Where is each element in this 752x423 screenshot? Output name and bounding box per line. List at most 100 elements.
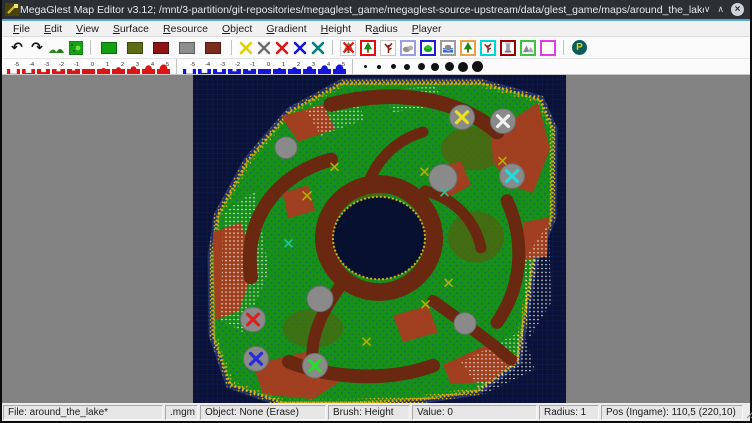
radius-6-button[interactable]: [429, 60, 442, 73]
height-brush-0[interactable]: 0: [82, 60, 95, 74]
gradient-brush--5[interactable]: -5: [183, 60, 196, 74]
object-tree-button[interactable]: [360, 40, 376, 56]
svg-text:-1: -1: [74, 62, 79, 68]
radius-dot: [404, 64, 410, 70]
radius-dot: [418, 63, 425, 70]
menu-edit[interactable]: Edit: [37, 21, 69, 36]
object-water-object-button[interactable]: [440, 40, 456, 56]
close-icon[interactable]: ×: [731, 3, 744, 16]
radius-9-button[interactable]: [471, 60, 484, 73]
gradient-brush--1[interactable]: -1: [243, 60, 256, 74]
height-hills-button[interactable]: [49, 41, 65, 55]
svg-text:1: 1: [282, 62, 285, 68]
object-invisible-blocking-button[interactable]: [540, 40, 556, 56]
menu-file[interactable]: File: [6, 21, 37, 36]
player-positions-button[interactable]: P: [572, 40, 587, 55]
player-blue: [244, 347, 269, 372]
player-yellow: [450, 105, 475, 130]
resource-stone-button[interactable]: [257, 41, 271, 55]
maximize-icon[interactable]: ∧: [717, 5, 724, 14]
radius-1-button[interactable]: [359, 60, 372, 73]
menu-player[interactable]: Player: [405, 21, 449, 36]
title-bar[interactable]: MegaGlest Map Editor v3.12; /mnt/3-parti…: [2, 0, 750, 19]
svg-text:1: 1: [106, 62, 109, 68]
map-panel: [2, 75, 750, 403]
object-statue-button[interactable]: [500, 40, 516, 56]
object-none-erase-button[interactable]: [340, 40, 356, 56]
radius-dot: [364, 65, 367, 68]
radius-2-button[interactable]: [373, 60, 386, 73]
resize-grip[interactable]: [745, 406, 752, 419]
height-brush--3[interactable]: -3: [37, 60, 50, 74]
redo-button[interactable]: ↷: [29, 39, 45, 56]
surface-ground-button[interactable]: [202, 42, 224, 54]
map-canvas[interactable]: [193, 75, 566, 403]
random-surface-button[interactable]: [69, 41, 83, 55]
menu-resource[interactable]: Resource: [156, 21, 215, 36]
gradient-brush--3[interactable]: -3: [213, 60, 226, 74]
height-brush-3[interactable]: 3: [127, 60, 140, 74]
radius-dot: [472, 61, 483, 72]
height-brush-2[interactable]: 2: [112, 60, 125, 74]
status-file: File: around_the_lake*: [3, 405, 163, 420]
gradient-brush--4[interactable]: -4: [198, 60, 211, 74]
height-brush--4[interactable]: -4: [22, 60, 35, 74]
gradient-brush-2[interactable]: 2: [288, 60, 301, 74]
height-brush--2[interactable]: -2: [52, 60, 65, 74]
height-brush-5[interactable]: 5: [157, 60, 170, 74]
toolbar-separator: [563, 40, 564, 55]
svg-text:4: 4: [327, 62, 330, 68]
height-brush--1[interactable]: -1: [67, 60, 80, 74]
object-hanging-branches-button[interactable]: [480, 40, 496, 56]
minimize-icon[interactable]: ∨: [704, 5, 711, 14]
gradient-brush-3[interactable]: 3: [303, 60, 316, 74]
undo-button[interactable]: ↶: [9, 39, 25, 56]
svg-text:3: 3: [312, 62, 315, 68]
object-stone-button[interactable]: [400, 40, 416, 56]
surface-secondary-grass-button[interactable]: [124, 42, 146, 54]
radius-dot: [391, 64, 396, 69]
toolbar-separator: [332, 40, 333, 55]
object-dead-tree-button[interactable]: [380, 40, 396, 56]
menu-radius[interactable]: Radius: [358, 21, 405, 36]
status-object: Object: None (Erase): [200, 405, 326, 420]
radius-8-button[interactable]: [457, 60, 470, 73]
menu-gradient[interactable]: Gradient: [259, 21, 313, 36]
radius-7-button[interactable]: [443, 60, 456, 73]
object-big-tree-button[interactable]: [460, 40, 476, 56]
object-bush-button[interactable]: [420, 40, 436, 56]
surface-road-button[interactable]: [150, 42, 172, 54]
gradient-brush-4[interactable]: 4: [318, 60, 331, 74]
svg-text:0: 0: [91, 62, 94, 68]
gradient-brush-1[interactable]: 1: [273, 60, 286, 74]
radius-dot: [431, 63, 439, 71]
resource-gold-button[interactable]: [239, 41, 253, 55]
height-brush-4[interactable]: 4: [142, 60, 155, 74]
menu-view[interactable]: View: [69, 21, 106, 36]
menu-surface[interactable]: Surface: [106, 21, 156, 36]
surface-swatch: [179, 42, 195, 54]
height-brush--5[interactable]: -5: [7, 60, 20, 74]
surface-grass-button[interactable]: [98, 42, 120, 54]
radius-3-button[interactable]: [387, 60, 400, 73]
gradient-brush-0[interactable]: 0: [258, 60, 271, 74]
object-mountain-button[interactable]: [520, 40, 536, 56]
radius-5-button[interactable]: [415, 60, 428, 73]
brush-toolbar: -5-4-3-2-1012345-5-4-3-2-1012345: [2, 59, 750, 75]
gradient-brush-5[interactable]: 5: [333, 60, 346, 74]
surface-swatch: [127, 42, 143, 54]
resource-custom-1-button[interactable]: [275, 41, 289, 55]
svg-text:-2: -2: [59, 62, 64, 68]
surface-stone-button[interactable]: [176, 42, 198, 54]
player-white: [491, 109, 516, 134]
svg-text:2: 2: [297, 62, 300, 68]
resource-custom-3-button[interactable]: [311, 41, 325, 55]
radius-4-button[interactable]: [401, 60, 414, 73]
resource-custom-2-button[interactable]: [293, 41, 307, 55]
window-title: MegaGlest Map Editor v3.12; /mnt/3-parti…: [20, 4, 704, 16]
gradient-brush--2[interactable]: -2: [228, 60, 241, 74]
radius-dot: [458, 62, 468, 72]
menu-height[interactable]: Height: [314, 21, 358, 36]
height-brush-1[interactable]: 1: [97, 60, 110, 74]
menu-object[interactable]: Object: [215, 21, 259, 36]
